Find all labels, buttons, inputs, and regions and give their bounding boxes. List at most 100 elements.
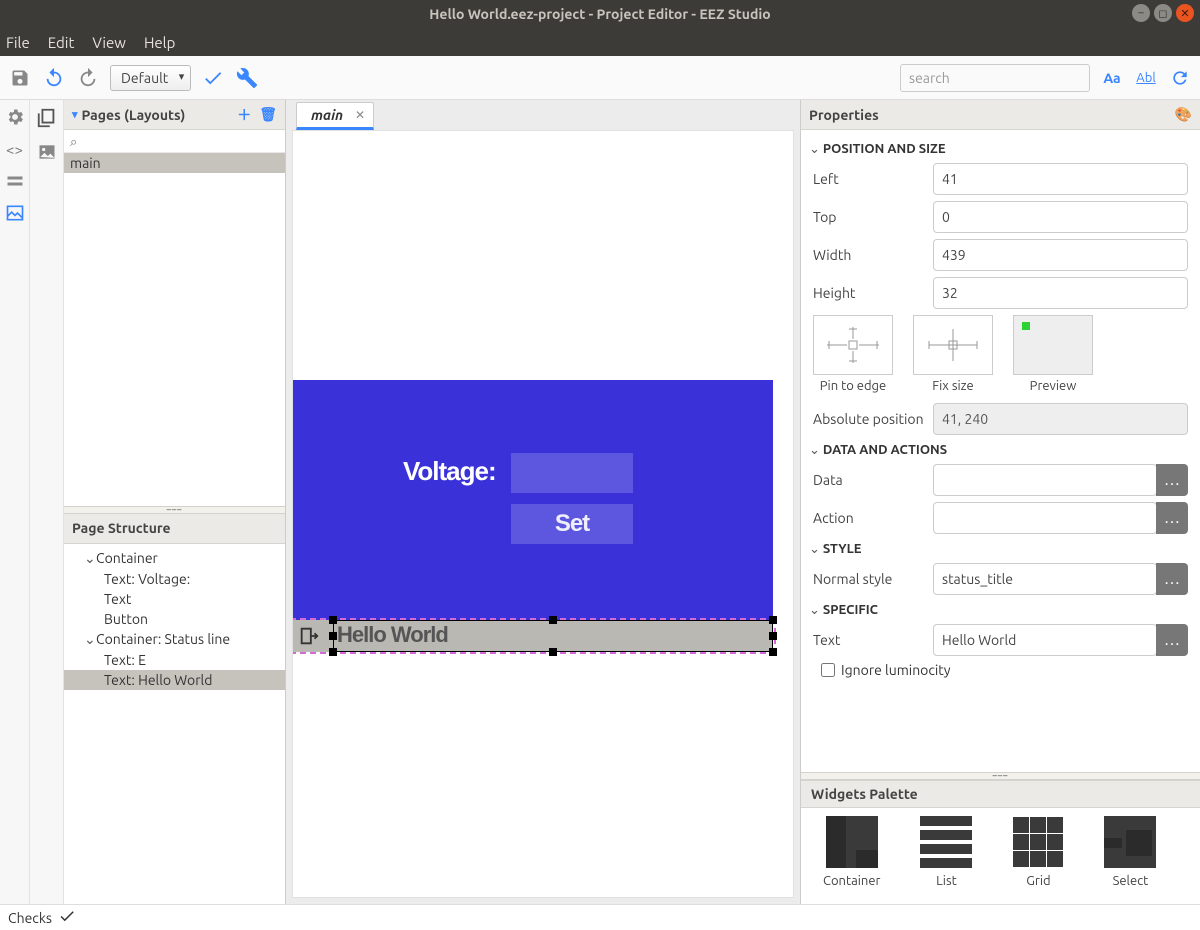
top-input[interactable]: 0 [933, 201, 1188, 233]
container-widget-icon [826, 816, 878, 868]
data-more-button[interactable]: … [1156, 464, 1188, 496]
page-item-main[interactable]: main [64, 153, 285, 173]
palette-select[interactable]: Select [1104, 816, 1156, 896]
check-icon[interactable] [201, 66, 225, 90]
pages-filter[interactable] [64, 130, 285, 153]
pin-to-edge-label: Pin to edge [820, 379, 886, 393]
window-close-button[interactable]: ✕ [1176, 4, 1194, 22]
menu-bar: File Edit View Help [0, 28, 1200, 56]
status-bar: Checks [0, 904, 1200, 930]
storage-icon[interactable] [4, 170, 26, 192]
palette-list[interactable]: List [920, 816, 972, 896]
fix-size-box[interactable] [913, 315, 993, 375]
window-title: Hello World.eez-project - Project Editor… [429, 6, 770, 22]
pin-to-edge-box[interactable] [813, 315, 893, 375]
build-variant-select[interactable]: Default [110, 65, 191, 91]
checks-label[interactable]: Checks [8, 910, 52, 926]
style-more-button[interactable]: … [1156, 563, 1188, 595]
data-label: Data [813, 472, 933, 488]
refresh-icon[interactable] [1168, 66, 1192, 90]
action-more-button[interactable]: … [1156, 502, 1188, 534]
save-icon[interactable] [8, 66, 32, 90]
match-case-icon[interactable]: Aa [1100, 66, 1124, 90]
tab-main[interactable]: main ✕ [296, 102, 374, 130]
section-position-size[interactable]: POSITION AND SIZE [809, 142, 1188, 157]
pages-icon[interactable] [35, 106, 59, 130]
section-specific[interactable]: SPECIFIC [809, 603, 1188, 618]
text-more-button[interactable]: … [1156, 624, 1188, 656]
image-outline-icon[interactable] [4, 202, 26, 224]
left-panel: ▾ Pages (Layouts) ＋ 🗑 main ━━━ Page Stru… [64, 100, 286, 904]
canvas[interactable]: Voltage: Set Hello World [292, 130, 794, 898]
left-icon-strip-2 [30, 100, 64, 904]
fix-size-label: Fix size [932, 379, 973, 393]
window-maximize-button[interactable]: ◻ [1154, 4, 1172, 22]
voltage-value-box[interactable] [511, 453, 633, 493]
panel-splitter[interactable]: ━━━ [64, 506, 285, 514]
pages-panel-header: ▾ Pages (Layouts) ＋ 🗑 [64, 100, 285, 130]
widgets-palette-title: Widgets Palette [811, 786, 918, 802]
tree-button[interactable]: Button [64, 609, 285, 629]
add-page-icon[interactable]: ＋ [237, 105, 251, 125]
text-prop-input[interactable]: Hello World [933, 624, 1157, 656]
hello-world-text[interactable]: Hello World [337, 624, 448, 646]
preview-box[interactable] [1013, 315, 1093, 375]
right-panel-splitter[interactable]: ━━━ [801, 772, 1200, 780]
page-background [293, 380, 773, 620]
title-bar: Hello World.eez-project - Project Editor… [0, 0, 1200, 28]
code-icon[interactable]: <> [4, 138, 26, 160]
tree-container[interactable]: ⌄Container [64, 548, 285, 569]
pages-filter-input[interactable] [70, 135, 279, 149]
gear-icon[interactable] [4, 106, 26, 128]
preview-label: Preview [1030, 379, 1077, 393]
right-panel: Properties 🎨 POSITION AND SIZE Left 41 T… [800, 100, 1200, 904]
list-widget-icon [920, 816, 972, 868]
undo-icon[interactable] [42, 66, 66, 90]
menu-edit[interactable]: Edit [48, 34, 75, 51]
tree-container-status[interactable]: ⌄Container: Status line [64, 629, 285, 650]
structure-panel-title: Page Structure [72, 520, 171, 536]
voltage-label[interactable]: Voltage: [403, 458, 496, 484]
grid-widget-icon [1012, 816, 1064, 868]
left-icon-strip: <> [0, 100, 30, 904]
image-icon[interactable] [35, 140, 59, 164]
tree-text-hello-world[interactable]: Text: Hello World [64, 670, 285, 690]
search-placeholder: search [909, 70, 950, 86]
toolbar: Default search Aa Abl [0, 56, 1200, 100]
menu-file[interactable]: File [6, 34, 30, 51]
tree-text-e[interactable]: Text: E [64, 650, 285, 670]
set-button[interactable]: Set [511, 504, 633, 544]
tree-text-voltage[interactable]: Text: Voltage: [64, 569, 285, 589]
palette-icon[interactable]: 🎨 [1175, 106, 1192, 123]
chevron-down-icon[interactable]: ▾ [72, 108, 78, 121]
palette-container[interactable]: Container [823, 816, 880, 896]
window-minimize-button[interactable]: – [1132, 4, 1150, 22]
palette-grid[interactable]: Grid [1012, 816, 1064, 896]
menu-help[interactable]: Help [144, 34, 175, 51]
menu-view[interactable]: View [92, 34, 126, 51]
structure-panel-header: Page Structure [64, 514, 285, 544]
ignore-luminosity-checkbox[interactable] [821, 663, 835, 677]
delete-page-icon[interactable]: 🗑 [259, 106, 277, 123]
section-data-actions[interactable]: DATA AND ACTIONS [809, 443, 1188, 458]
close-icon[interactable]: ✕ [355, 108, 365, 122]
structure-tree: ⌄Container Text: Voltage: Text Button ⌄C… [64, 544, 285, 905]
action-input[interactable] [933, 502, 1157, 534]
width-input[interactable]: 439 [933, 239, 1188, 271]
normal-style-input[interactable]: status_title [933, 563, 1157, 595]
ignore-luminosity-label: Ignore luminocity [841, 662, 951, 678]
exit-icon[interactable] [293, 620, 325, 652]
pages-list: main [64, 153, 285, 506]
redo-icon[interactable] [76, 66, 100, 90]
search-input[interactable]: search [900, 64, 1090, 92]
height-input[interactable]: 32 [933, 277, 1188, 309]
whole-word-icon[interactable]: Abl [1134, 66, 1158, 90]
widgets-palette-header: Widgets Palette [801, 780, 1200, 808]
check-icon [58, 907, 76, 928]
data-input[interactable] [933, 464, 1157, 496]
build-icon[interactable] [235, 66, 259, 90]
left-input[interactable]: 41 [933, 163, 1188, 195]
section-style[interactable]: STYLE [809, 542, 1188, 557]
properties-panel-header: Properties 🎨 [801, 100, 1200, 130]
tree-text[interactable]: Text [64, 589, 285, 609]
